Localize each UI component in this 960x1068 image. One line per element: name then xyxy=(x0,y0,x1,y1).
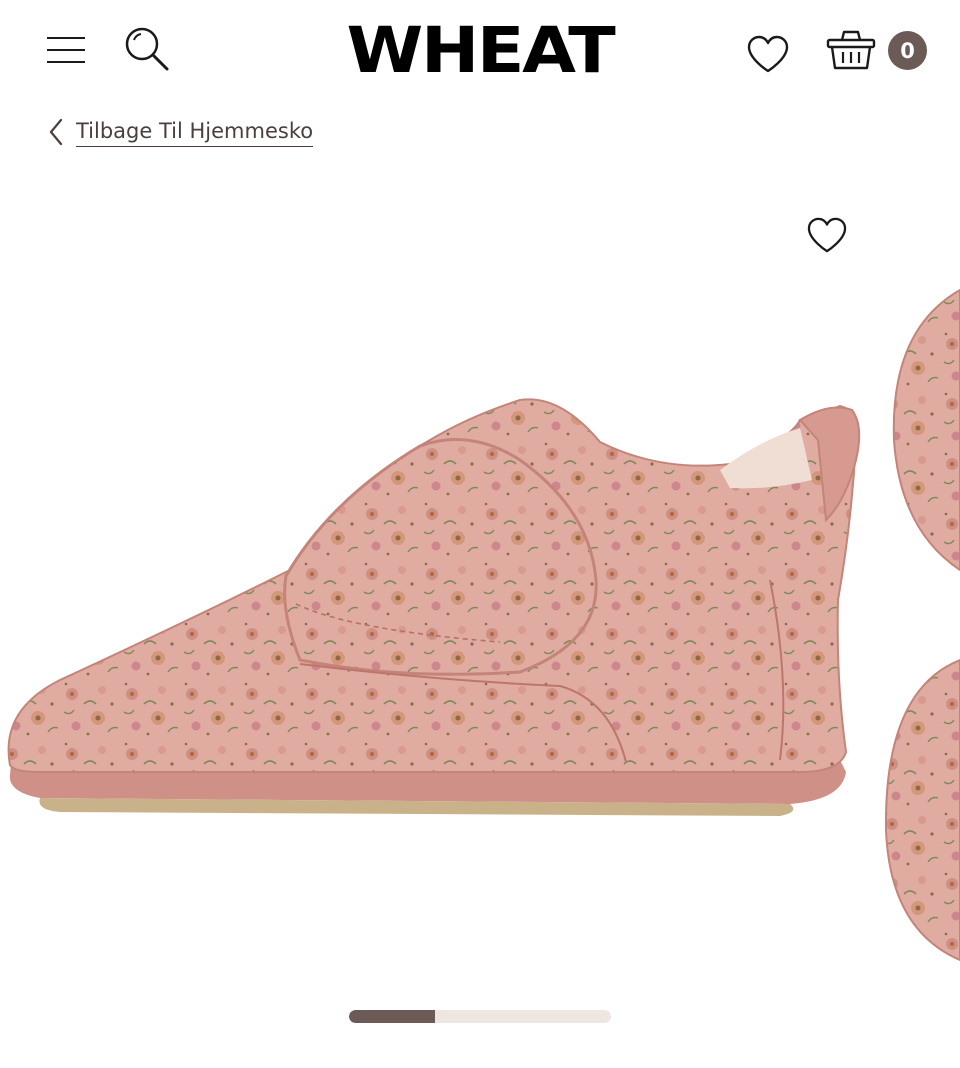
heart-icon xyxy=(807,217,847,253)
chevron-left-icon xyxy=(49,118,63,146)
gallery-scrollbar[interactable] xyxy=(349,1010,611,1023)
brand-logo[interactable]: WHEAT xyxy=(294,12,665,90)
add-to-wishlist-button[interactable] xyxy=(800,210,854,260)
search-icon xyxy=(125,27,169,71)
search-button[interactable] xyxy=(118,20,176,78)
cart-count-badge[interactable]: 0 xyxy=(888,31,927,70)
gallery-scrollbar-thumb[interactable] xyxy=(349,1010,436,1023)
product-image[interactable] xyxy=(0,380,870,840)
basket-icon xyxy=(826,30,876,70)
heart-icon xyxy=(747,35,789,73)
menu-icon xyxy=(47,37,85,63)
site-header: WHEAT 0 xyxy=(0,0,960,104)
product-gallery[interactable] xyxy=(0,180,960,990)
next-product-image[interactable] xyxy=(880,270,960,970)
back-link-label: Tilbage Til Hjemmesko xyxy=(76,118,314,147)
menu-button[interactable] xyxy=(40,26,92,74)
back-to-category-link[interactable]: Tilbage Til Hjemmesko xyxy=(48,110,314,154)
cart-button[interactable] xyxy=(820,22,882,78)
wishlist-button[interactable] xyxy=(740,28,796,80)
